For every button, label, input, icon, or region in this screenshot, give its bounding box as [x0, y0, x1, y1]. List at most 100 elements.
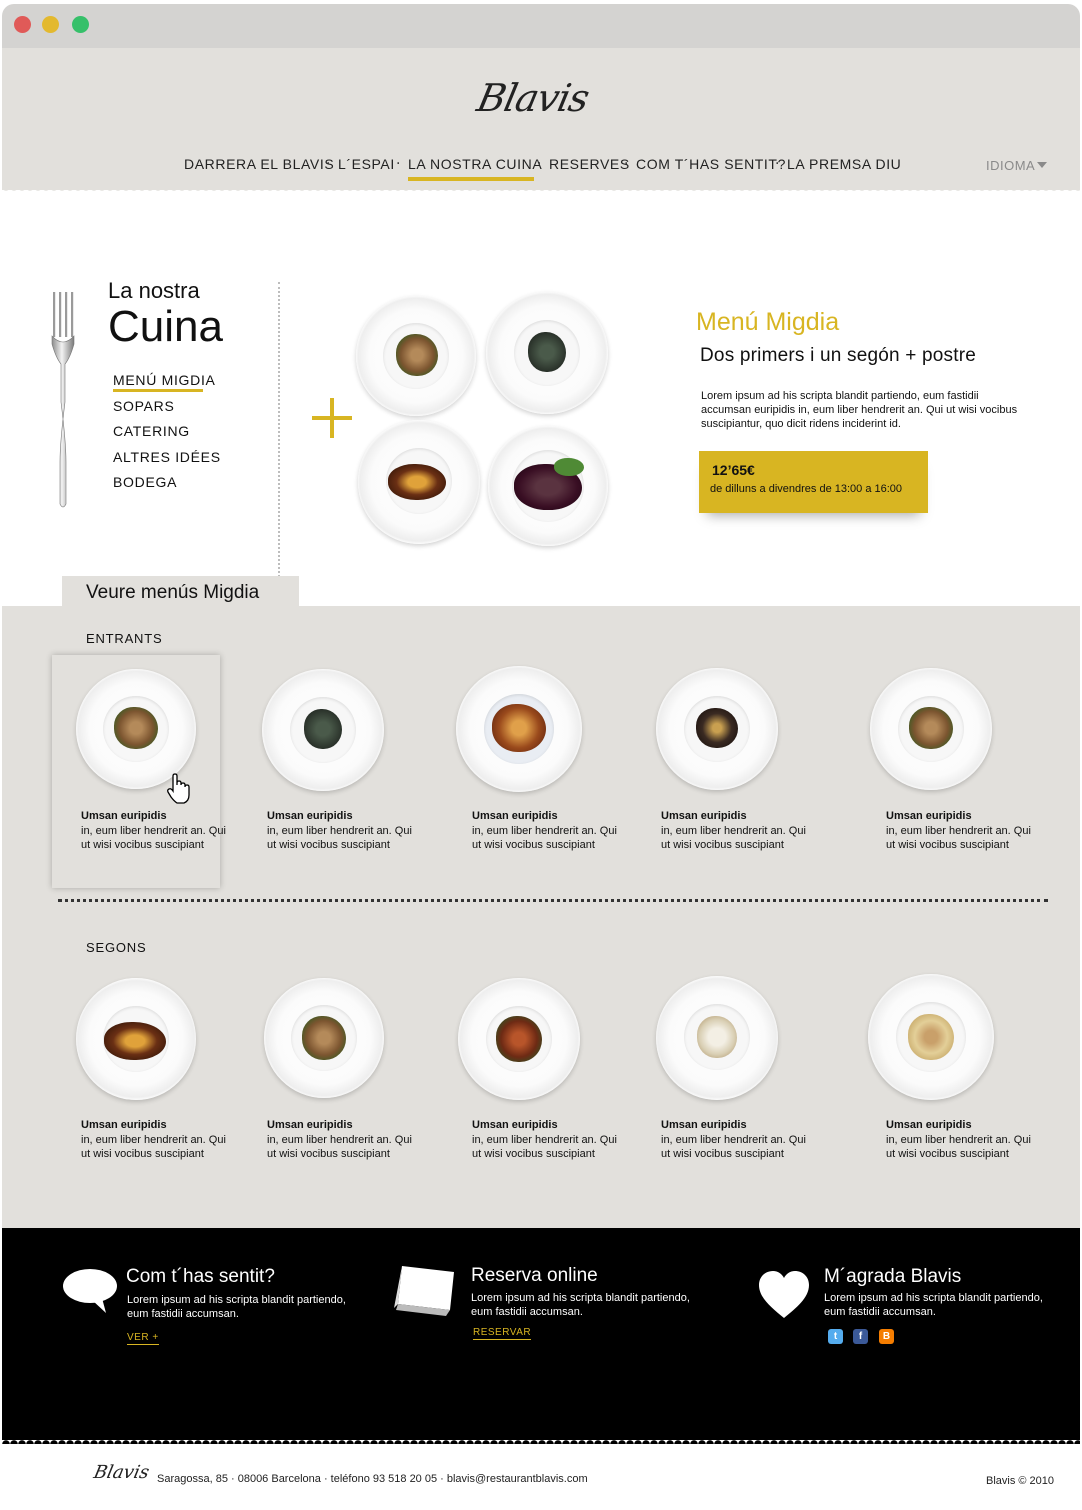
menu-subtitle: Dos primers i un segón + postre	[700, 345, 977, 366]
site-footer	[2, 1228, 1080, 1440]
dish-food	[388, 464, 446, 500]
entrant-description: in, eum liber hendrerit an. Qui ut wisi …	[661, 825, 806, 851]
close-window-button[interactable]	[14, 16, 31, 33]
segon-description: in, eum liber hendrerit an. Qui ut wisi …	[81, 1134, 226, 1160]
facebook-icon[interactable]: f	[853, 1329, 868, 1344]
segon-description: in, eum liber hendrerit an. Qui ut wisi …	[267, 1134, 412, 1160]
plus-icon	[312, 398, 352, 438]
maximize-window-button[interactable]	[72, 16, 89, 33]
segons-heading: SEGONS	[86, 940, 147, 955]
segon-name: Umsan euripidis	[472, 1119, 558, 1131]
nav-separator: ·	[396, 156, 401, 172]
tab-veure-menus-migdia[interactable]: Veure menús Migdia	[62, 576, 299, 610]
nav-item-darrera-el-blavis[interactable]: DARRERA EL BLAVIS	[184, 156, 334, 172]
segon-plate-5[interactable]	[868, 974, 994, 1100]
nav-item-com-thas-sentit[interactable]: COM T´HAS SENTIT?	[636, 156, 786, 172]
nav-separator: ·	[537, 156, 542, 172]
footer-like-text: Lorem ipsum ad his scripta blandit parti…	[824, 1292, 1043, 1318]
dish-food	[396, 334, 438, 376]
footer-copyright: Blavis © 2010	[986, 1475, 1055, 1487]
twitter-icon[interactable]: t	[828, 1329, 843, 1344]
entrant-plate-3[interactable]	[456, 666, 582, 792]
hero-plate-3	[358, 420, 480, 544]
side-menu-sopars[interactable]: SOPARS	[113, 398, 175, 414]
segon-plate-4[interactable]	[656, 976, 778, 1100]
dish-garnish	[554, 458, 584, 476]
segon-plate-3[interactable]	[458, 978, 580, 1100]
entrant-name: Umsan euripidis	[472, 810, 558, 822]
segon-plate-1[interactable]	[76, 978, 196, 1100]
dish-food	[697, 1016, 737, 1058]
footer-feedback-text: Lorem ipsum ad his scripta blandit parti…	[127, 1294, 346, 1320]
section-title-small: La nostra	[108, 278, 200, 303]
nav-separator: ·	[624, 156, 629, 172]
nav-item-la-nostra-cuina[interactable]: LA NOSTRA CUINA	[408, 156, 542, 172]
entrant-name: Umsan euripidis	[661, 810, 747, 822]
active-nav-underline	[408, 177, 534, 181]
entrant-description: in, eum liber hendrerit an. Qui ut wisi …	[267, 825, 412, 851]
dish-food	[302, 1016, 346, 1060]
entrant-plate-5[interactable]	[870, 668, 992, 790]
language-dropdown[interactable]: IDIOMA	[986, 158, 1048, 173]
dish-food	[528, 332, 566, 372]
blogger-icon[interactable]: B	[879, 1329, 894, 1344]
entrant-plate-2[interactable]	[262, 669, 384, 791]
nav-separator: ·	[775, 156, 780, 172]
site-logo[interactable]: Blavis	[473, 62, 608, 134]
menu-hours: de dilluns a divendres de 13:00 a 16:00	[710, 483, 903, 495]
hand-cursor-icon	[167, 773, 190, 804]
segon-name: Umsan euripidis	[267, 1119, 353, 1131]
nav-item-lespai[interactable]: L´ESPAI	[338, 156, 395, 172]
dish-food	[304, 709, 342, 749]
footer-address: Saragossa, 85 · 08006 Barcelona · teléfo…	[157, 1473, 588, 1485]
segon-plate-2[interactable]	[264, 978, 384, 1098]
entrant-description: in, eum liber hendrerit an. Qui ut wisi …	[472, 825, 617, 851]
nav-separator: ·	[326, 156, 331, 172]
side-menu-catering[interactable]: CATERING	[113, 423, 190, 439]
entrants-heading: ENTRANTS	[86, 631, 163, 646]
tab-label: Veure menús Migdia	[86, 582, 260, 603]
segon-description: in, eum liber hendrerit an. Qui ut wisi …	[661, 1134, 806, 1160]
entrant-name: Umsan euripidis	[267, 810, 353, 822]
footer-reserve-link[interactable]: RESERVAR	[473, 1327, 532, 1340]
menu-title: Menú Migdia	[696, 308, 840, 336]
menu-price: 12’65€	[712, 462, 755, 478]
dish-food	[496, 1016, 542, 1062]
dish-food	[104, 1022, 166, 1060]
minimize-window-button[interactable]	[42, 16, 59, 33]
vertical-divider	[278, 282, 280, 577]
side-menu-altres-idees[interactable]: ALTRES IDÉES	[113, 449, 221, 465]
dish-food	[492, 704, 546, 752]
side-menu-menu-migdia[interactable]: MENÚ MIGDIA	[113, 372, 216, 388]
segon-name: Umsan euripidis	[886, 1119, 972, 1131]
header-scalloped-edge	[2, 187, 1080, 195]
entrant-description: in, eum liber hendrerit an. Qui ut wisi …	[886, 825, 1031, 851]
dish-food	[114, 707, 158, 749]
menu-description: Lorem ipsum ad his scripta blandit parti…	[701, 390, 1018, 430]
hero-plate-4	[488, 426, 608, 546]
nav-item-reserves[interactable]: RESERVES	[549, 156, 630, 172]
section-title-big: Cuina	[108, 302, 223, 351]
segon-name: Umsan euripidis	[81, 1119, 167, 1131]
footer-reserve-title: Reserva online	[471, 1265, 598, 1286]
entrant-name: Umsan euripidis	[81, 810, 167, 822]
footer-feedback-link[interactable]: VER +	[127, 1332, 159, 1345]
footer-logo[interactable]: Blavis	[92, 1462, 151, 1483]
footer-feedback-title: Com t´has sentit?	[126, 1266, 275, 1287]
footer-reserve-text: Lorem ipsum ad his scripta blandit parti…	[471, 1292, 690, 1318]
segon-description: in, eum liber hendrerit an. Qui ut wisi …	[886, 1134, 1031, 1160]
segon-name: Umsan euripidis	[661, 1119, 747, 1131]
active-side-underline	[113, 389, 203, 392]
dish-food	[909, 707, 953, 749]
price-box: 12’65€ de dilluns a divendres de 13:00 a…	[699, 451, 928, 513]
speech-bubble-icon	[63, 1269, 117, 1313]
entrant-name: Umsan euripidis	[886, 810, 972, 822]
hero-plate-2	[486, 292, 608, 414]
dish-food	[908, 1014, 954, 1060]
browser-window-bar	[2, 4, 1080, 48]
segon-description: in, eum liber hendrerit an. Qui ut wisi …	[472, 1134, 617, 1160]
nav-item-la-premsa-diu[interactable]: LA PREMSA DIU	[787, 156, 901, 172]
entrant-plate-1[interactable]	[76, 669, 196, 789]
entrant-plate-4[interactable]	[656, 668, 778, 790]
side-menu-bodega[interactable]: BODEGA	[113, 474, 177, 490]
